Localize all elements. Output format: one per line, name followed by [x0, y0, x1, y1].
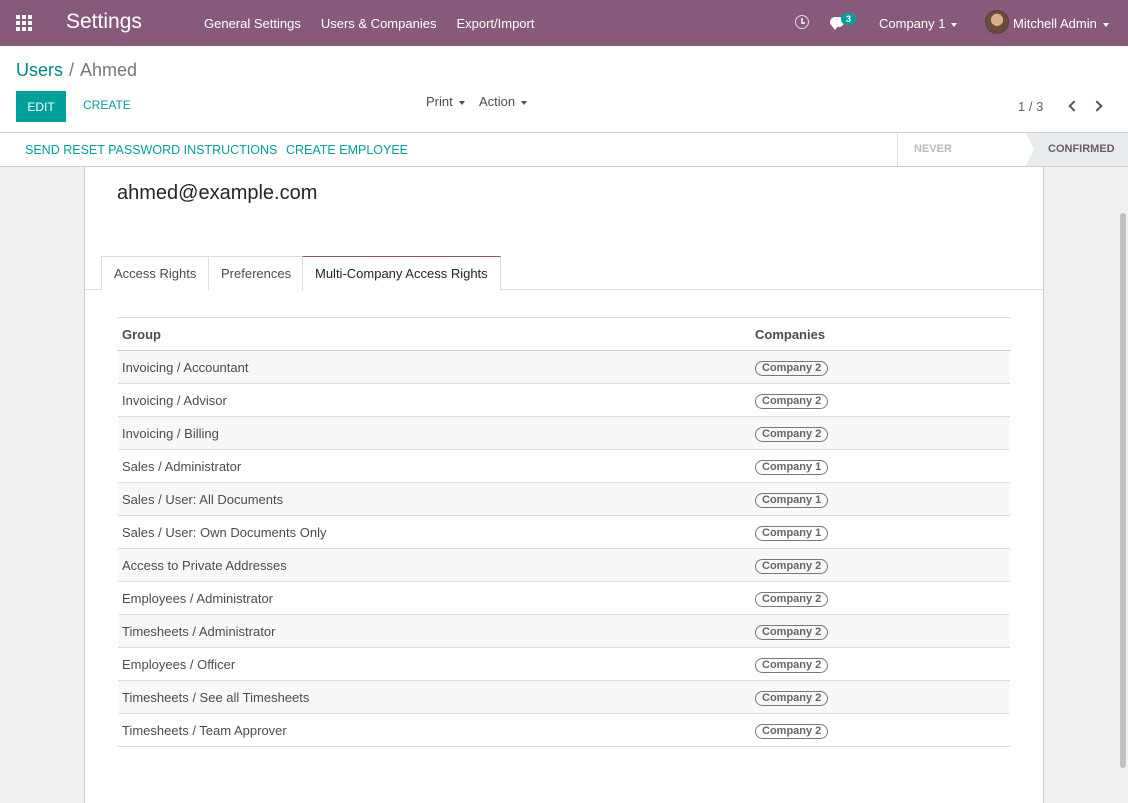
breadcrumb: Users / Ahmed — [16, 60, 137, 81]
main-menu: General Settings Users & Companies Expor… — [194, 0, 544, 46]
table-row[interactable]: Invoicing / Advisor Company 2 — [118, 383, 1010, 417]
table-row[interactable]: Invoicing / Accountant Company 2 — [118, 350, 1010, 384]
companies-cell: Company 2 — [751, 383, 1010, 417]
print-dropdown[interactable]: Print — [426, 94, 465, 109]
companies-cell: Company 2 — [751, 416, 1010, 450]
table-header-row: Group Companies — [118, 317, 1010, 351]
action-label: Action — [479, 94, 516, 109]
table-row[interactable]: Sales / Administrator Company 1 — [118, 449, 1010, 483]
status-confirmed[interactable]: CONFIRMED — [1026, 133, 1128, 166]
company-badge: Company 1 — [755, 525, 829, 541]
companies-cell: Company 2 — [751, 614, 1010, 648]
group-cell: Timesheets / Team Approver — [118, 713, 751, 747]
chevron-right-icon — [1091, 100, 1103, 112]
company-badge: Company 2 — [755, 657, 829, 673]
company-badge: Company 2 — [755, 690, 829, 706]
edit-button[interactable]: EDIT — [16, 91, 66, 122]
menu-export-import[interactable]: Export/Import — [446, 16, 544, 31]
companies-cell: Company 2 — [751, 350, 1010, 384]
pager-value[interactable]: 1 / 3 — [1018, 99, 1043, 114]
company-name: Company 1 — [879, 16, 946, 31]
table-row[interactable]: Timesheets / See all Timesheets Company 2 — [118, 680, 1010, 714]
companies-cell: Company 2 — [751, 680, 1010, 714]
user-menu[interactable]: Mitchell Admin — [1013, 16, 1109, 31]
status-never-connected[interactable]: NEVER CONNECTED — [898, 133, 1034, 188]
chevron-down-icon — [951, 22, 958, 27]
scrollbar-thumb[interactable] — [1120, 213, 1126, 768]
table-row[interactable]: Invoicing / Billing Company 2 — [118, 416, 1010, 450]
user-email: ahmed@example.com — [117, 182, 318, 204]
status-bar: SEND RESET PASSWORD INSTRUCTIONS CREATE … — [0, 133, 1128, 188]
company-badge: Company 2 — [755, 426, 829, 442]
table-row[interactable]: Sales / User: All Documents Company 1 — [118, 482, 1010, 516]
access-rights-table: Group Companies Invoicing / Accountant Co… — [118, 317, 1010, 747]
group-cell: Access to Private Addresses — [118, 548, 751, 582]
column-header-group[interactable]: Group — [118, 317, 751, 351]
company-badge: Company 1 — [755, 459, 829, 475]
tab-access-rights[interactable]: Access Rights — [101, 256, 210, 290]
group-cell: Sales / User: Own Documents Only — [118, 515, 751, 549]
top-navbar: Settings General Settings Users & Compan… — [0, 0, 1128, 46]
companies-cell: Company 1 — [751, 515, 1010, 549]
table-row[interactable]: Employees / Officer Company 2 — [118, 647, 1010, 681]
group-cell: Timesheets / See all Timesheets — [118, 680, 751, 714]
column-header-companies[interactable]: Companies — [751, 317, 1010, 351]
pager-previous-button[interactable] — [1067, 99, 1080, 113]
pager-next-button[interactable] — [1091, 99, 1104, 113]
group-cell: Employees / Administrator — [118, 581, 751, 615]
company-badge: Company 2 — [755, 591, 829, 607]
companies-cell: Company 2 — [751, 548, 1010, 582]
message-count-badge: 3 — [841, 13, 857, 25]
group-cell: Invoicing / Billing — [118, 416, 751, 450]
group-cell: Timesheets / Administrator — [118, 614, 751, 648]
chevron-down-icon — [521, 100, 528, 105]
company-badge: Company 1 — [755, 492, 829, 508]
send-reset-password-button[interactable]: SEND RESET PASSWORD INSTRUCTIONS — [25, 143, 277, 157]
company-badge: Company 2 — [755, 624, 829, 640]
chevron-down-icon — [1102, 22, 1109, 27]
form-tabs: Access Rights Preferences Multi-Company … — [85, 256, 1043, 291]
status-steps: NEVER CONNECTED CONFIRMED — [897, 133, 1128, 188]
chevron-left-icon — [1068, 100, 1080, 112]
create-button[interactable]: CREATE — [83, 98, 131, 112]
menu-general-settings[interactable]: General Settings — [194, 16, 311, 31]
companies-cell: Company 1 — [751, 482, 1010, 516]
breadcrumb-current: Ahmed — [80, 60, 138, 80]
form-sheet: ahmed@example.com Access Rights Preferen… — [84, 167, 1044, 803]
companies-cell: Company 2 — [751, 581, 1010, 615]
avatar[interactable] — [985, 10, 1009, 34]
menu-users-companies[interactable]: Users & Companies — [311, 16, 447, 31]
app-title: Settings — [66, 10, 142, 33]
table-row[interactable]: Access to Private Addresses Company 2 — [118, 548, 1010, 582]
print-label: Print — [426, 94, 453, 109]
control-panel: Users / Ahmed EDIT CREATE Print Action 1 /… — [0, 46, 1128, 133]
group-cell: Employees / Officer — [118, 647, 751, 681]
user-name: Mitchell Admin — [1013, 16, 1097, 31]
table-row[interactable]: Employees / Administrator Company 2 — [118, 581, 1010, 615]
company-badge: Company 2 — [755, 360, 829, 376]
apps-menu-icon[interactable] — [16, 15, 34, 31]
table-row[interactable]: Timesheets / Administrator Company 2 — [118, 614, 1010, 648]
action-dropdown[interactable]: Action — [479, 94, 528, 109]
company-switcher[interactable]: Company 1 — [879, 16, 958, 31]
company-badge: Company 2 — [755, 393, 829, 409]
tab-preferences[interactable]: Preferences — [208, 256, 305, 290]
companies-cell: Company 2 — [751, 713, 1010, 747]
company-badge: Company 2 — [755, 723, 829, 739]
group-cell: Invoicing / Advisor — [118, 383, 751, 417]
chevron-down-icon — [458, 100, 465, 105]
breadcrumb-separator: / — [69, 60, 75, 80]
tab-multi-company-access-rights[interactable]: Multi-Company Access Rights — [302, 256, 501, 291]
table-row[interactable]: Timesheets / Team Approver Company 2 — [118, 713, 1010, 747]
activity-clock-icon[interactable] — [795, 15, 809, 29]
breadcrumb-users[interactable]: Users — [16, 60, 63, 80]
companies-cell: Company 1 — [751, 449, 1010, 483]
company-badge: Company 2 — [755, 558, 829, 574]
group-cell: Sales / User: All Documents — [118, 482, 751, 516]
table-row[interactable]: Sales / User: Own Documents Only Company … — [118, 515, 1010, 549]
companies-cell: Company 2 — [751, 647, 1010, 681]
group-cell: Sales / Administrator — [118, 449, 751, 483]
group-cell: Invoicing / Accountant — [118, 350, 751, 384]
create-employee-button[interactable]: CREATE EMPLOYEE — [286, 143, 408, 157]
